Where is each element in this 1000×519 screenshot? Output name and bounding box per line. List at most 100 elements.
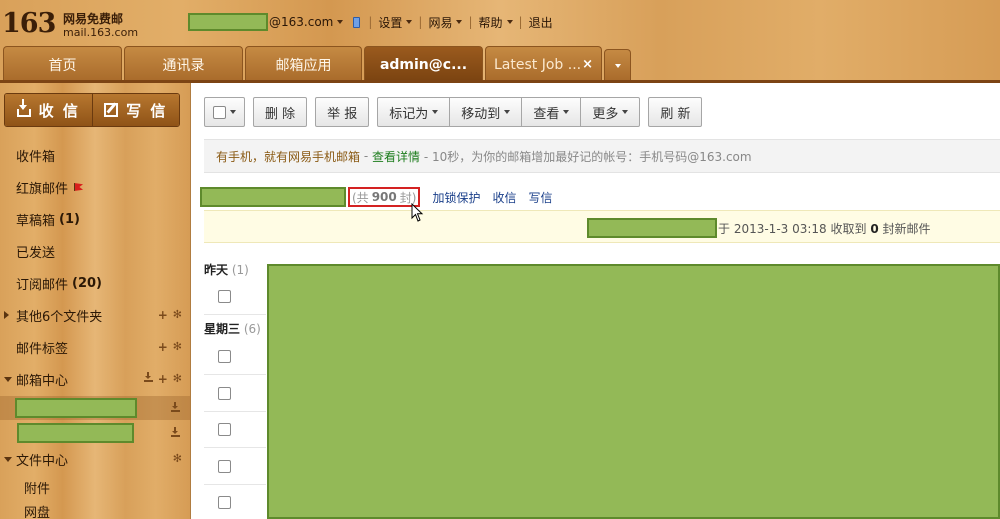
main-panel: 删 除 举 报 标记为 移动到 查看 更多 刷 新 有手机，就有网易手机邮箱 -… <box>191 83 1000 519</box>
mail-row[interactable] <box>204 279 266 315</box>
chevron-down-icon <box>614 64 621 68</box>
sidebar-item-flagged[interactable]: 红旗邮件 <box>0 175 190 199</box>
mail-row[interactable] <box>204 449 266 485</box>
toolbar: 删 除 举 报 标记为 移动到 查看 更多 刷 新 <box>204 97 703 127</box>
red-flag-icon <box>74 183 84 191</box>
separator: | <box>418 15 423 29</box>
row-checkbox[interactable] <box>218 460 231 473</box>
promo-details-link[interactable]: 查看详情 <box>372 148 420 165</box>
chevron-down-icon[interactable] <box>337 20 344 24</box>
receive-link[interactable]: 收信 <box>492 189 516 206</box>
receive-button[interactable]: 收 信 <box>5 94 92 126</box>
row-checkbox[interactable] <box>218 350 231 363</box>
receive-label: 收 信 <box>38 101 80 120</box>
mail-count-box: (共 900 封) <box>348 187 421 207</box>
tab-latest-job[interactable]: Latest Job ... × <box>485 46 602 82</box>
gear-icon[interactable]: ✻ <box>173 340 182 354</box>
mobile-phone-icon[interactable] <box>353 16 361 28</box>
settings-menu[interactable]: 设置 <box>378 14 413 31</box>
select-all-dropdown[interactable] <box>204 97 245 127</box>
logo-name: 网易免费邮 <box>63 12 124 26</box>
logout-link[interactable]: 退出 <box>529 14 553 31</box>
mail-row[interactable] <box>204 339 266 375</box>
mail-row[interactable] <box>204 485 266 519</box>
refresh-button[interactable]: 刷 新 <box>648 97 703 127</box>
chevron-down-icon <box>456 20 463 24</box>
gear-icon[interactable]: ✻ <box>173 372 182 386</box>
tab-latest-job-label: Latest Job ... <box>494 56 582 73</box>
tab-home[interactable]: 首页 <box>3 46 122 82</box>
group-label: 星期三 <box>204 322 241 336</box>
chevron-down-icon <box>230 110 236 114</box>
collapse-arrow-icon[interactable] <box>4 457 12 462</box>
collapse-arrow-icon[interactable] <box>4 377 12 382</box>
view-button[interactable]: 查看 <box>522 97 582 127</box>
move-to-button[interactable]: 移动到 <box>450 97 523 127</box>
plus-icon[interactable]: + <box>158 308 168 322</box>
group-header-wednesday[interactable]: 星期三 (6) <box>204 320 261 337</box>
plus-icon[interactable]: + <box>158 340 168 354</box>
select-all-checkbox[interactable] <box>213 105 226 119</box>
help-menu[interactable]: 帮助 <box>479 14 513 31</box>
notice-suffix: 封新邮件 <box>882 222 931 236</box>
chevron-down-icon <box>406 20 413 24</box>
action-button-group: 标记为 移动到 查看 更多 <box>377 97 641 127</box>
chevron-down-icon <box>432 110 439 114</box>
sidebar-item-other-folders[interactable]: 其他6个文件夹 + ✻ <box>0 303 190 327</box>
sidebar-item-sent[interactable]: 已发送 <box>0 239 190 263</box>
row-checkbox[interactable] <box>218 387 231 400</box>
sidebar-item-drafts[interactable]: 草稿箱 (1) <box>0 207 190 231</box>
tab-bar: 首页 通讯录 邮箱应用 admin@c... Latest Job ... × <box>0 46 1000 82</box>
lock-protect-link[interactable]: 加锁保护 <box>432 189 480 206</box>
mail-row[interactable] <box>204 412 266 448</box>
promo-text: 有手机，就有网易手机邮箱 <box>216 149 361 164</box>
delete-button[interactable]: 删 除 <box>253 97 308 127</box>
sidebar-item-file-center[interactable]: 文件中心 ✻ <box>0 447 190 471</box>
plus-icon[interactable]: + <box>158 372 168 386</box>
sidebar-item-attachments[interactable]: 附件 <box>0 475 190 499</box>
write-button[interactable]: 写 信 <box>91 94 179 126</box>
group-header-yesterday[interactable]: 昨天 (1) <box>204 261 249 278</box>
write-link[interactable]: 写信 <box>528 189 552 206</box>
sidebar-item-netdisk[interactable]: 网盘 <box>0 499 190 519</box>
expand-arrow-icon[interactable] <box>4 311 9 319</box>
account-redacted[interactable] <box>17 423 134 443</box>
row-checkbox[interactable] <box>218 290 231 303</box>
folder-label: 网盘 <box>24 505 51 519</box>
separator: | <box>468 15 473 29</box>
user-domain[interactable]: @163.com <box>269 15 333 29</box>
download-icon[interactable] <box>143 372 153 382</box>
tab-contacts[interactable]: 通讯录 <box>124 46 243 82</box>
close-icon[interactable]: × <box>582 57 593 72</box>
group-label: 昨天 <box>204 263 229 277</box>
logo-number: 163 <box>2 8 56 39</box>
folder-label: 订阅邮件 <box>16 277 69 293</box>
new-mail-notice: 于 2013-1-3 03:18 收取到 0 封新邮件 <box>204 210 1000 243</box>
tab-overflow-button[interactable] <box>604 49 631 82</box>
mouse-cursor-icon <box>411 203 424 222</box>
netease-menu[interactable]: 网易 <box>428 14 463 31</box>
tab-mail-apps[interactable]: 邮箱应用 <box>245 46 362 82</box>
edit-icon <box>104 103 119 117</box>
row-checkbox[interactable] <box>218 496 231 509</box>
gear-icon[interactable]: ✻ <box>173 452 182 465</box>
download-icon[interactable] <box>171 427 180 437</box>
report-spam-button[interactable]: 举 报 <box>315 97 370 127</box>
sidebar-item-inbox[interactable]: 收件箱 <box>0 143 190 167</box>
mail-row[interactable] <box>204 376 266 412</box>
mailbox-info: (共 900 封) 加锁保护 收信 写信 <box>200 187 552 207</box>
tab-admin-mailbox[interactable]: admin@c... <box>364 46 483 82</box>
group-count: (6) <box>243 322 261 336</box>
account-redacted[interactable] <box>15 398 137 418</box>
account-redacted <box>587 218 717 238</box>
mark-as-button[interactable]: 标记为 <box>377 97 451 127</box>
more-button[interactable]: 更多 <box>581 97 641 127</box>
sidebar-item-mail-tags[interactable]: 邮件标签 + ✻ <box>0 335 190 359</box>
sidebar-item-mailbox-center[interactable]: 邮箱中心 + ✻ <box>0 367 190 391</box>
gear-icon[interactable]: ✻ <box>173 308 182 322</box>
folder-label: 附件 <box>24 481 51 497</box>
mailbox-name-redacted <box>200 187 346 207</box>
row-checkbox[interactable] <box>218 423 231 436</box>
download-icon[interactable] <box>171 402 180 412</box>
sidebar-item-subscriptions[interactable]: 订阅邮件 (20) <box>0 271 190 295</box>
